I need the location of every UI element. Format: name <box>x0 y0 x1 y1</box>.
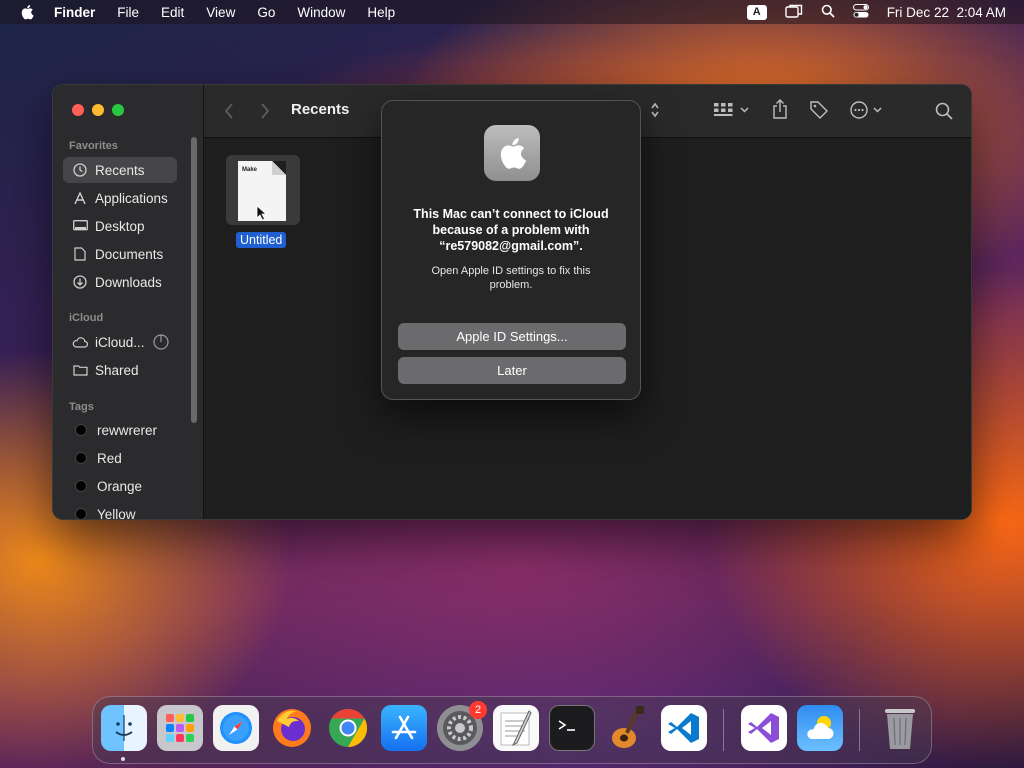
dialog-title: This Mac can’t connect to iCloud because… <box>413 207 609 253</box>
thumbnail-text: Make <box>242 167 258 173</box>
dock-safari-icon[interactable] <box>213 705 259 751</box>
sidebar-item-label: Documents <box>95 246 164 262</box>
tag-icon[interactable] <box>809 100 829 120</box>
sidebar-header-tags: Tags <box>69 401 94 413</box>
tag-dot-icon <box>75 508 87 519</box>
input-source-icon[interactable]: A <box>746 4 767 20</box>
sort-updown-icon[interactable] <box>650 102 660 118</box>
dock-launchpad-icon[interactable] <box>157 705 203 751</box>
finder-sidebar: Favorites Recents Applications Desktop D… <box>53 85 204 520</box>
zoom-window-button[interactable] <box>112 104 124 116</box>
sidebar-item-label: Yellow <box>97 506 136 520</box>
finder-running-indicator <box>121 757 125 761</box>
window-controls <box>72 104 124 116</box>
menu-app-name[interactable]: Finder <box>54 5 95 20</box>
menu-help[interactable]: Help <box>367 5 395 20</box>
sidebar-item-label: Recents <box>95 162 145 178</box>
menu-view[interactable]: View <box>206 5 235 20</box>
sidebar-item-label: Shared <box>95 362 139 378</box>
menu-bar: Finder File Edit View Go Window Help A F… <box>0 0 1024 24</box>
file-item-untitled[interactable]: Make <box>226 155 300 225</box>
applications-icon <box>72 190 88 206</box>
view-options-grid-icon[interactable] <box>714 103 750 117</box>
sidebar-item-shared[interactable]: Shared <box>63 357 177 383</box>
dock-separator <box>859 709 860 751</box>
download-icon <box>72 274 88 290</box>
dock-chrome-icon[interactable] <box>325 705 371 751</box>
dock-firefox-icon[interactable] <box>269 705 315 751</box>
sidebar-item-desktop[interactable]: Desktop <box>63 213 177 239</box>
back-chevron-icon[interactable] <box>224 103 234 119</box>
menu-window[interactable]: Window <box>297 5 345 20</box>
sidebar-item-label: rewwrerer <box>97 422 158 438</box>
clock-icon <box>72 162 88 178</box>
dock-separator <box>723 709 724 751</box>
sidebar-tag-orange[interactable]: Orange <box>63 473 177 499</box>
menu-clock[interactable]: Fri Dec 22 2:04 AM <box>887 5 1006 20</box>
mouse-pointer-icon <box>256 205 268 221</box>
sidebar-item-label: Red <box>97 450 122 466</box>
share-icon[interactable] <box>772 99 788 119</box>
dock-app-store-icon[interactable] <box>381 705 427 751</box>
tag-dot-icon <box>75 480 87 492</box>
dock-garageband-icon[interactable] <box>605 705 651 751</box>
sidebar-item-documents[interactable]: Documents <box>63 241 177 267</box>
dock-textedit-icon[interactable] <box>493 705 539 751</box>
dock-visual-studio-icon[interactable] <box>741 705 787 751</box>
sidebar-item-recents[interactable]: Recents <box>63 157 177 183</box>
dock-finder-icon[interactable] <box>101 705 147 751</box>
apple-logo-icon <box>484 125 540 181</box>
menu-edit[interactable]: Edit <box>161 5 184 20</box>
sidebar-item-applications[interactable]: Applications <box>63 185 177 211</box>
sidebar-item-label: Orange <box>97 478 143 494</box>
tag-dot-icon <box>75 452 87 464</box>
shared-folder-icon <box>72 362 88 378</box>
screen-mirroring-icon[interactable] <box>784 4 803 21</box>
desktop-icon <box>72 218 88 234</box>
dock-system-settings-icon[interactable]: 2 <box>437 701 487 751</box>
notification-badge: 2 <box>469 701 487 719</box>
sidebar-item-downloads[interactable]: Downloads <box>63 269 177 295</box>
search-icon[interactable] <box>935 102 953 120</box>
spotlight-search-icon[interactable] <box>821 4 835 21</box>
sidebar-tag-yellow[interactable]: Yellow <box>63 501 177 520</box>
control-center-icon[interactable] <box>852 3 869 21</box>
document-thumbnail-icon: Make <box>238 161 286 221</box>
dock-weather-icon[interactable] <box>797 705 843 751</box>
sidebar-item-label: iCloud... <box>95 334 145 350</box>
menu-go[interactable]: Go <box>257 5 275 20</box>
sidebar-scrollbar[interactable] <box>191 137 197 423</box>
dock-trash-icon[interactable] <box>877 705 923 751</box>
apple-menu-icon[interactable] <box>18 3 36 21</box>
sidebar-item-label: Downloads <box>95 274 162 290</box>
sidebar-item-label: Applications <box>95 190 168 206</box>
dock-terminal-icon[interactable] <box>549 705 595 751</box>
document-icon <box>72 246 88 262</box>
minimize-window-button[interactable] <box>92 104 104 116</box>
forward-chevron-icon[interactable] <box>260 103 270 119</box>
dock: 2 <box>92 696 932 764</box>
cloud-icon <box>72 334 88 350</box>
dialog-message: Open Apple ID settings to fix this probl… <box>431 265 591 291</box>
later-button[interactable]: Later <box>398 357 626 384</box>
apple-id-settings-button[interactable]: Apple ID Settings... <box>398 323 626 350</box>
close-window-button[interactable] <box>72 104 84 116</box>
more-actions-icon[interactable] <box>850 101 886 119</box>
tag-dot-icon <box>75 424 87 436</box>
sidebar-tag-rewwrerer[interactable]: rewwrerer <box>63 417 177 443</box>
sidebar-header-icloud: iCloud <box>69 312 104 324</box>
sidebar-header-favorites: Favorites <box>69 140 118 152</box>
file-name-label[interactable]: Untitled <box>236 232 287 248</box>
sidebar-tag-red[interactable]: Red <box>63 445 177 471</box>
menu-file[interactable]: File <box>117 5 139 20</box>
sidebar-item-label: Desktop <box>95 218 145 234</box>
window-title: Recents <box>291 101 350 118</box>
icloud-alert-dialog: This Mac can’t connect to iCloud because… <box>381 100 641 400</box>
sidebar-item-icloud-drive[interactable]: iCloud... <box>63 329 187 355</box>
sync-progress-icon <box>153 334 169 353</box>
dock-vscode-icon[interactable] <box>661 705 707 751</box>
